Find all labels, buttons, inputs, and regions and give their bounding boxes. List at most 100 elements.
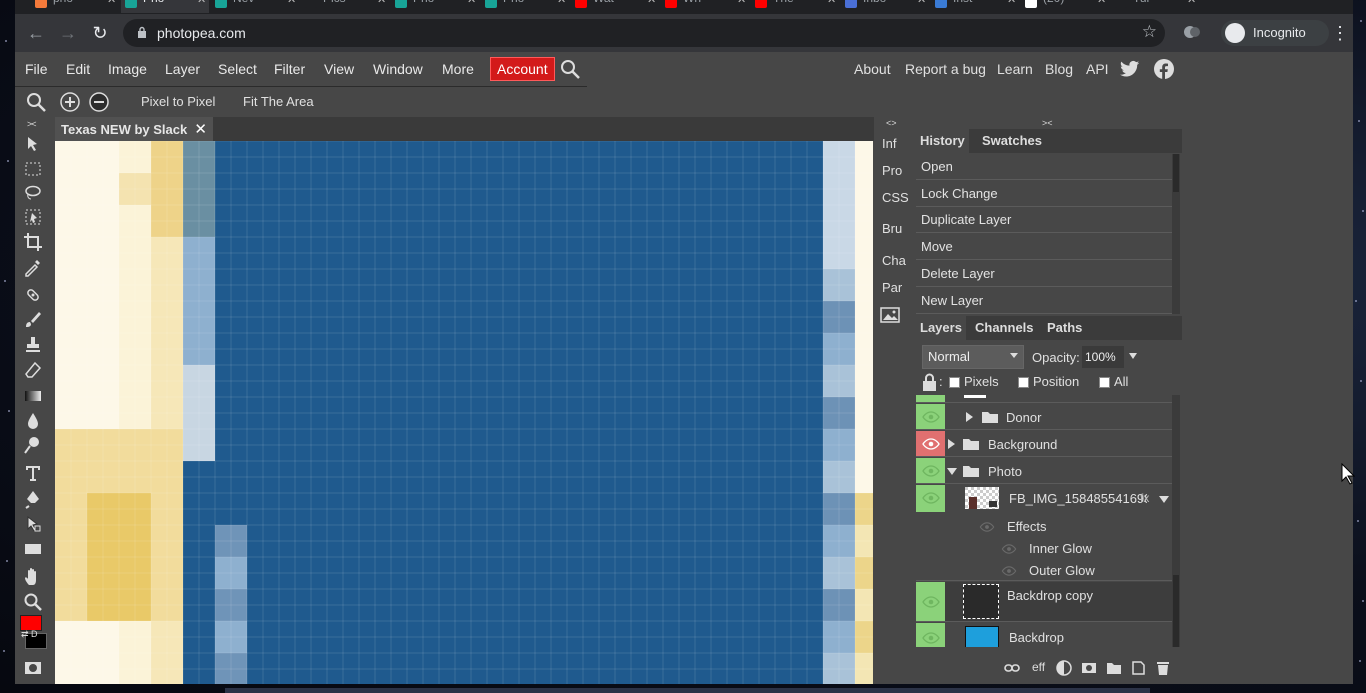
pixel-to-pixel-button[interactable]: Pixel to Pixel [141, 94, 215, 109]
lock-pixels-checkbox[interactable] [949, 377, 960, 388]
lock-position-checkbox[interactable] [1018, 377, 1029, 388]
zoom-out-icon[interactable] [89, 92, 109, 112]
link-report-bug[interactable]: Report a bug [905, 61, 986, 77]
browser-tab[interactable]: Tur ✕ [1111, 0, 1199, 13]
eye-icon[interactable] [916, 458, 945, 483]
history-item[interactable]: Delete Layer [916, 261, 1172, 287]
close-tab-icon[interactable]: ✕ [737, 0, 746, 6]
collapse-arrow-icon[interactable] [947, 468, 957, 475]
image-panel-icon[interactable] [880, 307, 900, 323]
link-learn[interactable]: Learn [997, 61, 1033, 77]
quick-select-tool-icon[interactable] [23, 207, 43, 227]
eyedropper-tool-icon[interactable] [23, 257, 43, 277]
forward-button[interactable]: → [57, 23, 79, 45]
crop-tool-icon[interactable] [23, 232, 43, 252]
mini-panel-collapse[interactable]: <> [886, 118, 897, 128]
right-panel-collapse[interactable]: >< [1042, 118, 1053, 128]
close-tab-icon[interactable]: ✕ [917, 0, 926, 6]
effects-toggle-icon[interactable] [1159, 496, 1169, 503]
layers-scrollbar[interactable] [1172, 395, 1180, 647]
history-item[interactable]: Duplicate Layer [916, 207, 1172, 233]
move-tool-icon[interactable] [23, 134, 43, 154]
brush-tool-icon[interactable] [23, 310, 43, 330]
lasso-tool-icon[interactable] [23, 183, 43, 203]
layer-row[interactable] [916, 395, 1172, 403]
effects-label[interactable]: Effects [1007, 519, 1047, 534]
canvas-image[interactable] [55, 141, 873, 684]
gradient-tool-icon[interactable] [23, 386, 43, 406]
layer-row-photo[interactable]: Photo [916, 458, 1172, 484]
layer-mask-icon[interactable] [1081, 660, 1097, 676]
quick-mask-icon[interactable] [23, 658, 43, 678]
layer-row-backdrop-copy[interactable]: Backdrop copy [916, 582, 1172, 622]
eye-icon[interactable] [916, 623, 945, 647]
expand-arrow-icon[interactable] [948, 439, 955, 449]
close-tab-icon[interactable]: ✕ [1187, 0, 1196, 6]
tab-paths[interactable]: Paths [1043, 316, 1086, 340]
close-tab-icon[interactable]: ✕ [1097, 0, 1106, 6]
twitter-icon[interactable] [1120, 60, 1140, 78]
eye-icon[interactable] [916, 431, 945, 456]
new-layer-icon[interactable] [1130, 660, 1146, 676]
document-tab[interactable]: Texas NEW by Slack ✕ [55, 117, 213, 141]
swap-colors-icon[interactable]: ⇄ D [21, 629, 38, 640]
healing-brush-tool-icon[interactable] [23, 285, 43, 305]
type-tool-icon[interactable] [23, 463, 43, 483]
lock-all-checkbox[interactable] [1099, 377, 1110, 388]
link-api[interactable]: API [1086, 61, 1109, 77]
layer-row-backdrop[interactable]: Backdrop [916, 623, 1172, 647]
layer-row-fb-img[interactable]: FB_IMG_1584855416988 fx Effects Inner Gl… [916, 485, 1172, 581]
history-item[interactable]: Lock Change [916, 181, 1172, 207]
blur-tool-icon[interactable] [23, 411, 43, 431]
incognito-badge[interactable]: Incognito [1221, 20, 1329, 46]
close-tab-icon[interactable]: ✕ [647, 0, 656, 6]
menu-edit[interactable]: Edit [66, 61, 90, 77]
eye-icon[interactable] [916, 582, 945, 621]
layers-scroll-thumb[interactable] [1173, 575, 1179, 647]
browser-tab[interactable]: (20) ✕ [1021, 0, 1109, 13]
zoom-icon[interactable] [23, 592, 43, 612]
menu-filter[interactable]: Filter [274, 61, 305, 77]
expand-arrow-icon[interactable] [966, 412, 973, 422]
reload-button[interactable]: ↻ [89, 23, 111, 45]
marquee-tool-icon[interactable] [23, 159, 43, 179]
close-tab-icon[interactable]: ✕ [197, 0, 206, 6]
toolbox-collapse[interactable]: >< [27, 119, 36, 129]
close-tab-icon[interactable]: ✕ [827, 0, 836, 6]
menu-layer[interactable]: Layer [165, 61, 200, 77]
blend-mode-select[interactable]: Normal [922, 345, 1024, 369]
link-blog[interactable]: Blog [1045, 61, 1073, 77]
delete-layer-icon[interactable] [1155, 660, 1171, 676]
close-tab-icon[interactable]: ✕ [107, 0, 116, 6]
browser-tab[interactable]: Wat ✕ [571, 0, 659, 13]
mini-panel-character[interactable]: Cha [882, 253, 906, 268]
link-about[interactable]: About [854, 61, 891, 77]
menu-file[interactable]: File [25, 61, 48, 77]
browser-menu-icon[interactable]: ⋮ [1331, 23, 1349, 44]
browser-tab[interactable]: Pho ✕ [481, 0, 569, 13]
eye-icon[interactable] [1001, 566, 1017, 576]
history-scrollbar[interactable] [1172, 154, 1180, 314]
close-document-icon[interactable]: ✕ [194, 120, 207, 138]
menu-view[interactable]: View [324, 61, 354, 77]
address-bar[interactable]: photopea.com ☆ [123, 19, 1165, 47]
extension-icon[interactable] [1183, 23, 1201, 41]
hand-tool-icon[interactable] [23, 567, 43, 587]
dodge-tool-icon[interactable] [23, 435, 43, 455]
browser-tab[interactable]: Pics ✕ [301, 0, 389, 13]
opacity-input[interactable]: 100% [1082, 346, 1124, 368]
mini-panel-properties[interactable]: Pro [882, 163, 902, 178]
browser-tab[interactable]: Nev ✕ [211, 0, 299, 13]
account-button[interactable]: Account [490, 57, 555, 81]
layer-row-donor[interactable]: Donor [916, 404, 1172, 430]
canvas-svg[interactable] [55, 141, 873, 684]
opacity-dropdown-icon[interactable] [1129, 353, 1137, 359]
history-item[interactable]: Open [916, 154, 1172, 180]
tab-layers[interactable]: Layers [916, 316, 966, 340]
mini-panel-brush[interactable]: Bru [882, 221, 902, 236]
menu-select[interactable]: Select [218, 61, 257, 77]
browser-tab[interactable]: The ✕ [751, 0, 839, 13]
browser-tab[interactable]: Pho ✕ [391, 0, 479, 13]
bookmark-star-icon[interactable]: ☆ [1142, 22, 1157, 42]
menu-more[interactable]: More [442, 61, 474, 77]
